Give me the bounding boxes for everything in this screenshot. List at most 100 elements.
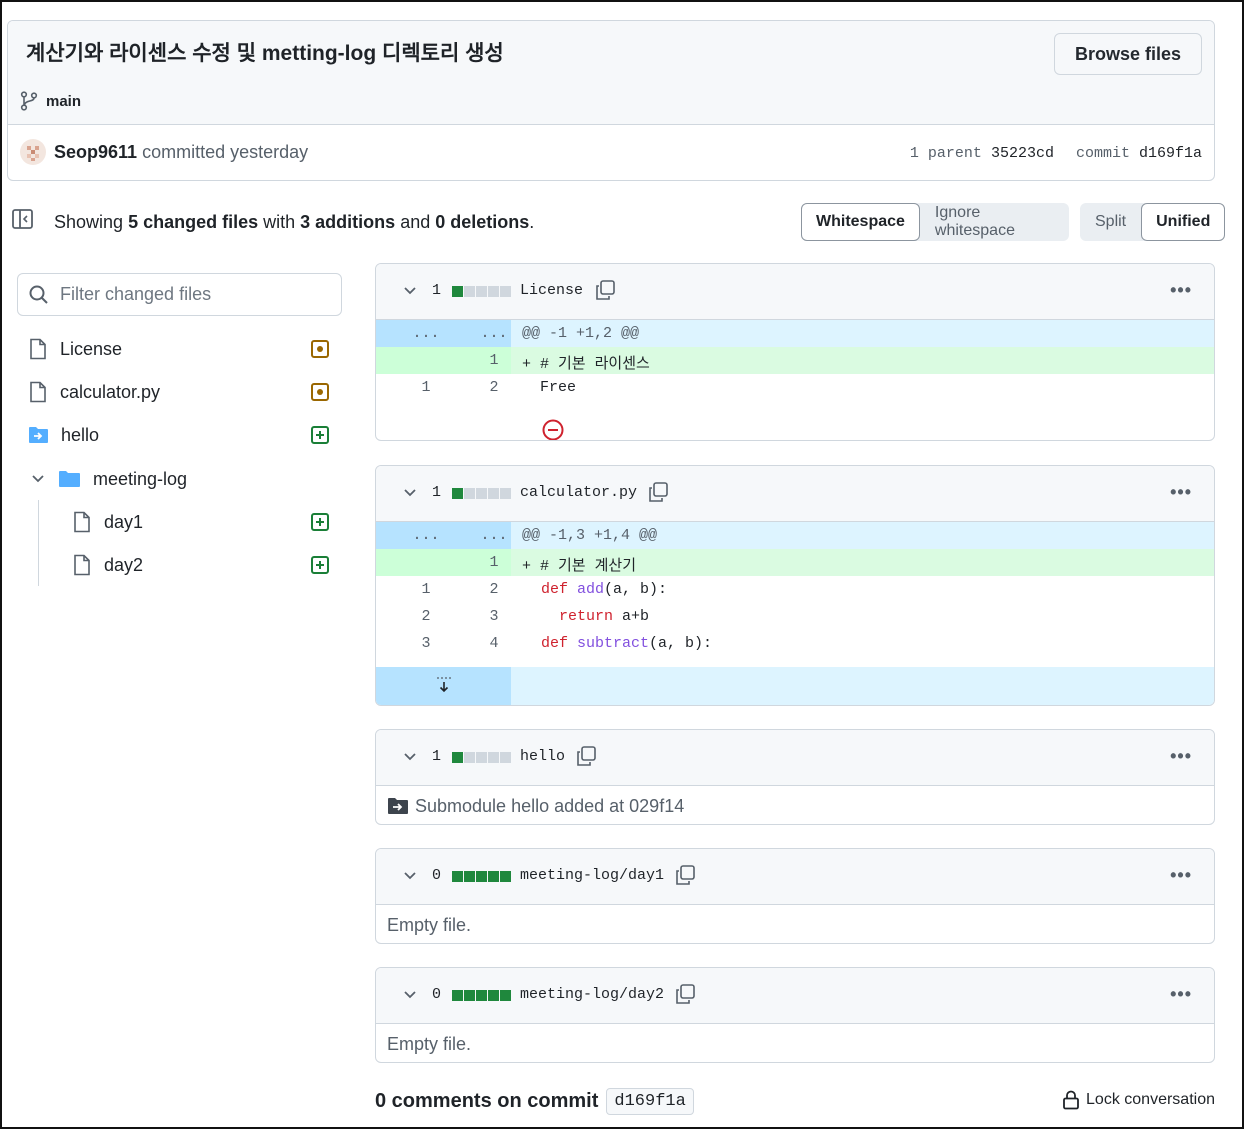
commit-sha[interactable]: d169f1a [1139,145,1202,162]
tree-item-label: meeting-log [93,468,188,489]
function-token: add [577,581,605,598]
summary-and: and [400,212,431,232]
more-options-icon[interactable]: ••• [1170,984,1192,1005]
more-options-icon[interactable]: ••• [1170,865,1192,886]
browse-files-button[interactable]: Browse files [1054,33,1202,75]
new-line-number[interactable]: 3 [464,608,524,625]
filter-placeholder: Filter changed files [60,284,212,304]
copy-icon[interactable] [594,279,616,301]
chevron-down-icon[interactable] [402,868,418,884]
chevron-down-icon[interactable] [402,749,418,765]
old-line-number[interactable]: 3 [396,635,456,652]
diff-addition-line: 1 + # 기본 계산기 [376,549,1214,576]
tree-item-day1[interactable]: day1 [72,508,143,536]
file-icon [30,338,46,360]
keyword-token: def [541,581,569,598]
file-name[interactable]: meeting-log/day2 [520,986,664,1003]
diff-summary: Showing 5 changed files with 3 additions… [54,212,534,233]
diff-card-hello: 1 hello ••• Submodule hello added at 029… [375,729,1215,825]
unified-option[interactable]: Unified [1141,203,1226,241]
folder-icon [59,471,80,487]
branch-indicator[interactable]: main [20,91,81,111]
tree-item-hello[interactable]: hello [28,421,99,449]
new-line-number[interactable]: 4 [464,635,524,652]
more-options-icon[interactable]: ••• [1170,746,1192,767]
code-rest: (a, b): [604,581,668,598]
tree-item-calculator[interactable]: calculator.py [28,378,160,406]
parent-info: 1 parent 35223cd [910,145,1054,162]
submodule-folder-icon [29,427,48,443]
more-options-icon[interactable]: ••• [1170,280,1192,301]
git-branch-icon [20,91,38,111]
tree-item-label: hello [61,424,100,445]
line-code: + # 기본 라이센스 [522,356,650,373]
diff-hunk-line: ... ... @@ -1,3 +1,4 @@ [376,522,1214,549]
tree-item-day2[interactable]: day2 [72,551,143,579]
file-name[interactable]: hello [520,748,565,765]
summary-deletions: 0 deletions [435,212,530,232]
summary-with: with [263,212,296,232]
expand-down-button[interactable] [376,667,511,705]
copy-icon[interactable] [575,745,597,767]
diff-context-line: 1 2 Free [376,374,1214,401]
commit-author-line: Seop9611 committed yesterday [54,142,308,163]
diff-card-calculator: 1 calculator.py ••• ... ... @@ -1,3 +1,4… [375,465,1215,706]
whitespace-option[interactable]: Whitespace [801,203,920,241]
modified-status-icon [311,340,329,358]
copy-icon[interactable] [647,481,669,503]
diff-card-day1: 0 meeting-log/day1 ••• Empty file. [375,848,1215,944]
new-line-number[interactable]: 2 [464,379,524,396]
commit-sha-chip[interactable]: d169f1a [606,1088,694,1115]
lock-conversation-button[interactable]: Lock conversation [1062,1090,1215,1110]
commit-meta: Seop9611 committed yesterday 1 parent 35… [8,125,1214,180]
old-line-number[interactable]: 1 [396,581,456,598]
change-count: 0 [432,986,442,1003]
old-line-number[interactable]: 1 [396,379,456,396]
new-line-number[interactable]: 1 [464,352,524,369]
change-count: 1 [432,282,442,299]
parent-label: 1 parent [909,145,982,162]
toggle-file-tree-icon[interactable] [11,208,35,235]
line-code: Free [522,379,577,396]
file-name[interactable]: meeting-log/day1 [520,867,664,884]
expand-up-gutter[interactable]: ... [396,527,456,544]
change-count: 0 [432,867,442,884]
copy-icon[interactable] [674,864,696,886]
copy-icon[interactable] [674,983,696,1005]
summary-additions: 3 additions [300,212,396,232]
parent-sha-link[interactable]: 35223cd [991,145,1054,162]
branch-name: main [46,92,82,110]
commit-shas: 1 parent 35223cd commit d169f1a [910,145,1202,162]
file-name[interactable]: calculator.py [520,484,637,501]
avatar[interactable] [20,139,46,165]
ignore-whitespace-option[interactable]: Ignore whitespace [920,203,1069,241]
split-option[interactable]: Split [1080,203,1141,241]
no-newline-icon [542,419,564,440]
expand-down-gutter[interactable]: ... [464,527,524,544]
line-code: return a+b [559,608,649,625]
tree-guide-line [38,500,39,586]
added-status-icon [311,513,329,531]
tree-item-label: calculator.py [60,381,161,402]
diff-card-license: 1 License ••• ... ... @@ -1 +1,2 @@ 1 + … [375,263,1215,441]
change-count: 1 [432,484,442,501]
author-name[interactable]: Seop9611 [54,142,137,162]
summary-changed-files: 5 changed files [128,212,259,232]
new-line-number[interactable]: 2 [464,581,524,598]
old-line-number[interactable]: 2 [396,608,456,625]
new-line-number[interactable]: 1 [464,554,524,571]
summary-showing: Showing [54,212,124,232]
chevron-down-icon[interactable] [402,283,418,299]
file-name[interactable]: License [520,282,583,299]
tree-item-license[interactable]: License [28,335,122,363]
tree-item-meeting-log[interactable]: meeting-log [30,465,187,493]
diffstat-bar [452,871,511,882]
expand-up-gutter[interactable]: ... [396,325,456,342]
more-options-icon[interactable]: ••• [1170,482,1192,503]
expand-down-gutter[interactable]: ... [464,325,524,342]
chevron-down-icon[interactable] [402,987,418,1003]
lock-conversation-label: Lock conversation [1086,1091,1215,1108]
keyword-token: def [541,635,569,652]
chevron-down-icon[interactable] [402,485,418,501]
filter-files-input[interactable]: Filter changed files [17,273,342,316]
